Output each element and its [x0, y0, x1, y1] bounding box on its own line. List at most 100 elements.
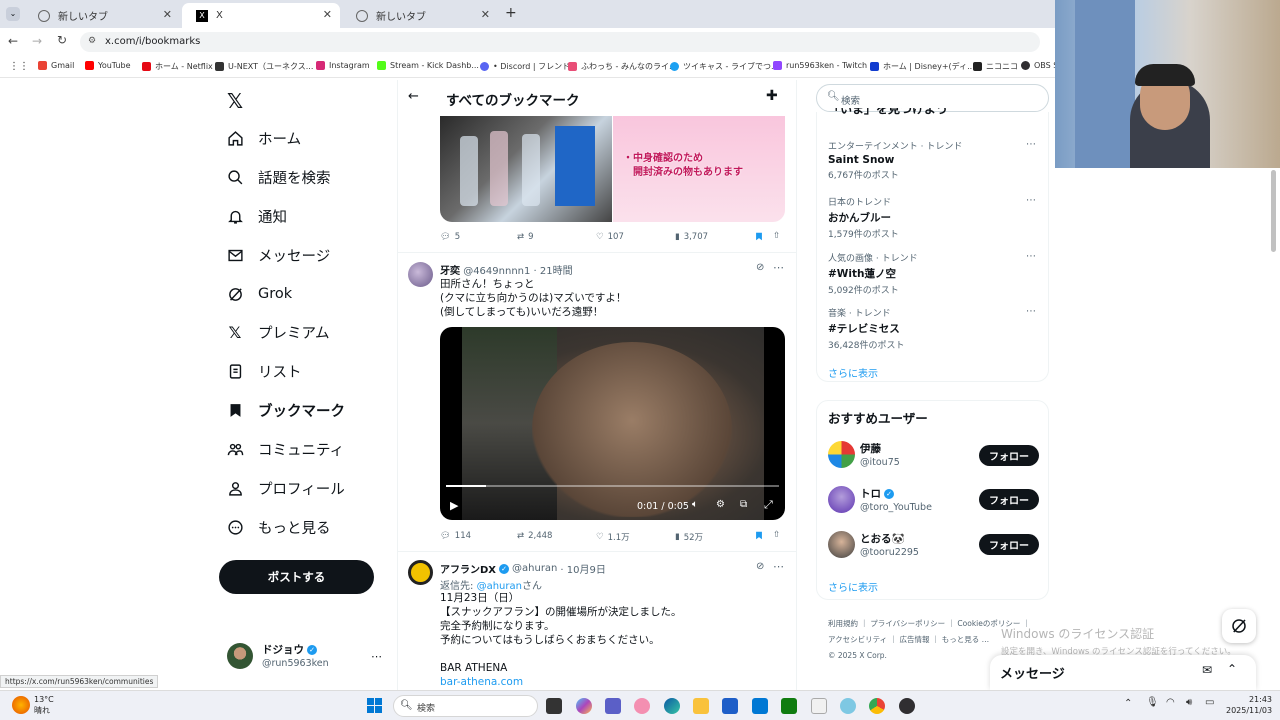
close-icon[interactable]: ✕ — [481, 8, 490, 21]
mic-icon[interactable]: 🎙︎ — [1146, 697, 1159, 708]
play-icon[interactable]: ▶ — [450, 499, 458, 512]
bookmark-discord[interactable]: • Discord | フレンド — [480, 61, 570, 72]
back-arrow-icon[interactable]: ← — [408, 89, 419, 104]
forward-icon[interactable]: → — [32, 34, 42, 48]
bookmark-disney[interactable]: ホーム | Disney+(ディ... — [870, 61, 975, 72]
nav-premium[interactable]: 𝕏 プレミアム — [226, 318, 330, 346]
volume-icon[interactable]: 🔈︎ — [692, 499, 698, 510]
trend-item[interactable]: エンターテインメント · トレンド Saint Snow 6,767件のポスト — [828, 139, 962, 181]
share-button[interactable]: ⇧ — [773, 530, 780, 540]
nav-grok[interactable]: Grok — [226, 280, 292, 308]
more-options-icon[interactable]: ⋯ — [371, 650, 382, 663]
bookmark-unext[interactable]: U-NEXT（ユーネクス... — [215, 61, 313, 72]
nav-messages[interactable]: メッセージ — [226, 241, 330, 269]
new-message-icon[interactable]: ✉ — [1202, 663, 1212, 677]
clock[interactable]: 21:43 2025/11/03 — [1226, 694, 1272, 716]
nav-bookmarks[interactable]: ブックマーク — [226, 396, 345, 424]
more-options-icon[interactable]: ⋯ — [1026, 139, 1036, 150]
more-options-icon[interactable]: ⋯ — [773, 560, 784, 573]
obs-icon[interactable] — [899, 698, 915, 714]
tweet-time[interactable]: · 10月9日 — [560, 561, 605, 576]
user-handle[interactable]: @toro_YouTube — [860, 502, 932, 513]
trend-item[interactable]: 人気の画像 · トレンド #With蓮ノ空 5,092件のポスト — [828, 251, 918, 296]
avatar[interactable] — [828, 441, 855, 468]
battery-icon[interactable]: ▭ — [1205, 697, 1214, 708]
copilot-icon[interactable] — [576, 698, 592, 714]
apps-icon[interactable]: ⋮⋮ — [9, 61, 29, 72]
nav-lists[interactable]: リスト — [226, 357, 302, 385]
settings-icon[interactable]: ⚙ — [716, 499, 725, 510]
account-switcher[interactable]: ドジョウ ✓ @run5963ken ⋯ — [219, 640, 389, 676]
footer-link[interactable]: アクセシビリティ — [828, 635, 887, 644]
speaker-icon[interactable]: 🔊︎ — [1186, 697, 1192, 708]
tab-list-button[interactable]: ⌄ — [6, 7, 20, 21]
messages-drawer[interactable]: メッセージ ✉ ⌃ — [990, 655, 1256, 690]
like-button[interactable]: ♡ 107 — [596, 232, 624, 242]
author-handle[interactable]: @ahuran — [512, 563, 557, 574]
views-button[interactable]: ▮ 52万 — [675, 531, 703, 543]
add-bookmark-folder-icon[interactable]: ✚ — [766, 88, 778, 104]
teams-icon[interactable] — [605, 698, 621, 714]
store-icon[interactable] — [722, 698, 738, 714]
views-button[interactable]: ▮ 3,707 — [675, 232, 708, 242]
repost-button[interactable]: ⇄ 2,448 — [517, 531, 552, 541]
nav-home[interactable]: ホーム — [226, 124, 301, 152]
external-link[interactable]: bar-athena.com — [440, 675, 682, 689]
avatar[interactable] — [408, 560, 433, 585]
fullscreen-icon[interactable]: ⤢ — [764, 498, 773, 512]
close-icon[interactable]: ✕ — [323, 8, 332, 21]
trends-show-more[interactable]: さらに表示 — [828, 365, 878, 380]
tweet-time[interactable]: · 21時間 — [534, 266, 573, 277]
who-to-follow-show-more[interactable]: さらに表示 — [828, 579, 878, 594]
weather-icon[interactable] — [12, 696, 30, 714]
grok-icon[interactable]: ⊘ — [756, 561, 764, 572]
share-button[interactable]: ⇧ — [773, 231, 780, 241]
avatar[interactable] — [828, 531, 855, 558]
nav-notifications[interactable]: 通知 — [226, 202, 287, 230]
post-button[interactable]: ポストする — [219, 560, 374, 594]
reload-icon[interactable]: ↻ — [57, 33, 67, 47]
bookmark-button[interactable] — [754, 231, 764, 242]
grok-floating-button[interactable] — [1222, 609, 1256, 643]
trend-item[interactable]: 日本のトレンド おかんブルー 1,579件のポスト — [828, 195, 899, 240]
nav-communities[interactable]: コミュニティ — [226, 435, 344, 463]
grok-icon[interactable]: ⊘ — [756, 262, 764, 273]
x-logo-icon[interactable]: 𝕏 — [227, 89, 243, 113]
weather-widget[interactable]: 13°C 晴れ — [34, 694, 54, 716]
follow-button[interactable]: フォロー — [979, 445, 1039, 466]
footer-link[interactable]: 利用規約 — [828, 619, 858, 628]
avatar[interactable] — [828, 486, 855, 513]
follow-button[interactable]: フォロー — [979, 489, 1039, 510]
video-progress-track[interactable] — [446, 485, 779, 487]
back-icon[interactable]: ← — [8, 34, 18, 48]
wifi-icon[interactable]: ◠ — [1166, 697, 1175, 708]
video-player[interactable]: ▶ 0:01 / 0:05 🔈︎ ⚙ ⧉ ⤢ — [440, 327, 785, 520]
user-handle[interactable]: @tooru2295 — [860, 547, 919, 558]
more-options-icon[interactable]: ⋯ — [1026, 195, 1036, 206]
bookmark-gmail[interactable]: Gmail — [38, 61, 74, 70]
footer-link[interactable]: もっと見る … — [942, 635, 989, 644]
more-options-icon[interactable]: ⋯ — [773, 261, 784, 274]
tab-new-2[interactable]: 新しいタブ ✕ — [342, 3, 498, 28]
close-icon[interactable]: ✕ — [163, 8, 172, 21]
app-icon[interactable] — [634, 698, 650, 714]
bookmark-twitcasting[interactable]: ツイキャス - ライブでつ... — [670, 61, 779, 72]
repost-button[interactable]: ⇄ 9 — [517, 232, 534, 242]
expand-icon[interactable]: ⌃ — [1227, 662, 1237, 676]
file-explorer-icon[interactable] — [693, 698, 709, 714]
tweet-image[interactable]: ・中身確認のため 開封済みの物もあります — [440, 116, 785, 222]
reply-button[interactable]: 💬︎ 5 — [440, 232, 460, 242]
more-options-icon[interactable]: ⋯ — [1026, 306, 1036, 317]
user-name[interactable]: 伊藤 — [860, 441, 881, 456]
tab-new-1[interactable]: 新しいタブ ✕ — [24, 3, 180, 28]
reply-button[interactable]: 💬︎ 114 — [440, 531, 471, 541]
bookmark-twitch[interactable]: run5963ken - Twitch — [773, 61, 867, 70]
user-name[interactable]: とおる🐼 — [860, 531, 905, 546]
more-options-icon[interactable]: ⋯ — [1026, 251, 1036, 262]
author-handle[interactable]: @4649nnnn1 — [463, 266, 530, 277]
like-button[interactable]: ♡ 1.1万 — [596, 531, 630, 543]
xbox-icon[interactable] — [781, 698, 797, 714]
windows-start-icon[interactable] — [367, 698, 383, 714]
bookmark-niconico[interactable]: ニコニコ — [973, 61, 1018, 72]
nav-more[interactable]: もっと見る — [226, 513, 331, 541]
